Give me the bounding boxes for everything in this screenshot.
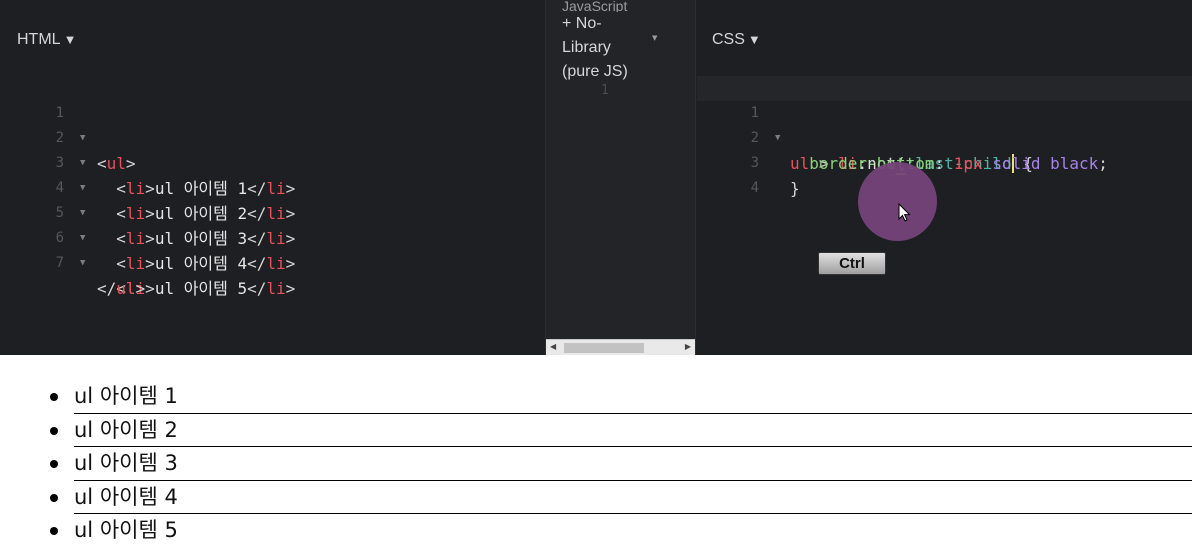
dropdown-caret-icon[interactable]: ▼ <box>748 32 761 47</box>
list-item: ul 아이템 1 <box>50 380 1192 414</box>
js-pane-label[interactable]: JavaScript + No- Library (pure JS) <box>562 0 662 84</box>
dropdown-caret-icon[interactable]: ▼ <box>64 32 77 47</box>
bullet-icon <box>50 393 58 401</box>
list-item-text: ul 아이템 1 <box>74 384 178 408</box>
scroll-left-icon[interactable]: ◀ <box>550 342 556 351</box>
list-item-text: ul 아이템 3 <box>74 451 178 475</box>
js-label-line: + No- <box>562 15 602 32</box>
code-line[interactable]: 2 ▼ <li>ul 아이템 1</li> <box>0 101 545 198</box>
mouse-pointer-icon <box>898 203 911 222</box>
code-line[interactable]: 1 ▼ ul > li:not(:last-child { <box>697 76 1192 175</box>
list-item: ul 아이템 3 <box>50 447 1192 481</box>
result-list: ul 아이템 1 ul 아이템 2 ul 아이템 3 ul 아이템 4 ul 아… <box>50 380 1192 548</box>
bullet-icon <box>50 460 58 468</box>
li-text: ul 아이템 5 <box>154 279 248 298</box>
css-pane-title: CSS <box>712 31 745 48</box>
js-label-line: (pure JS) <box>562 63 628 80</box>
bullet-icon <box>50 527 58 535</box>
code-line[interactable]: 3 } <box>697 126 1192 198</box>
li-text: ul 아이템 4 <box>154 254 248 273</box>
code-line[interactable]: 5 ▼ <li>ul 아이템 4</li> <box>0 176 545 273</box>
bullet-icon <box>50 493 58 502</box>
js-editor-pane[interactable]: JavaScript + No- Library (pure JS) ▼ 1 ◀… <box>545 0 696 355</box>
css-editor-pane[interactable]: CSS▼ 1 ▼ ul > li:not(:last-child { 2 bor… <box>697 0 1192 355</box>
code-line[interactable]: 7 </ul> <box>0 226 545 298</box>
js-label-cut-line: JavaScript <box>562 0 628 12</box>
line-number: 4 <box>750 180 759 196</box>
line-number: 1 <box>601 83 609 98</box>
list-item-text: ul 아이템 4 <box>74 484 178 509</box>
code-line[interactable]: 2 border-bottom: 1px solid black; <box>697 101 1192 173</box>
list-item-text: ul 아이템 5 <box>74 518 178 542</box>
html-pane-title: HTML <box>17 31 61 48</box>
result-preview-pane: ul 아이템 1 ul 아이템 2 ul 아이템 3 ul 아이템 4 ul 아… <box>0 355 1192 560</box>
click-highlight-circle <box>858 162 937 241</box>
list-item: ul 아이템 2 <box>50 414 1192 447</box>
js-label-line: Library <box>562 39 611 56</box>
code-line[interactable]: 1 ▼ <ul> <box>0 76 545 173</box>
ctrl-key-overlay: Ctrl <box>818 252 886 275</box>
css-pane-label[interactable]: CSS ▼ <box>712 31 761 49</box>
list-item-text: ul 아이템 2 <box>74 417 178 442</box>
code-line[interactable]: 4 ▼ <li>ul 아이템 3</li> <box>0 151 545 248</box>
list-item: ul 아이템 5 <box>50 514 1192 548</box>
code-line[interactable]: 6 ▼ <li>ul 아이템 5</li> <box>0 201 545 298</box>
list-item: ul 아이템 4 <box>50 481 1192 514</box>
code-line[interactable]: 3 ▼ <li>ul 아이템 2</li> <box>0 126 545 223</box>
html-code-editor[interactable]: 1 ▼ <ul> 2 ▼ <li>ul 아이템 1</li> 3 ▼ <li>u… <box>0 76 545 298</box>
html-editor-pane[interactable]: HTML ▼ 1 ▼ <ul> 2 ▼ <li>ul 아이템 1</li> 3 ▼… <box>0 0 545 355</box>
css-code-editor[interactable]: 1 ▼ ul > li:not(:last-child { 2 border-b… <box>697 76 1192 198</box>
line-number: 7 <box>55 255 64 271</box>
html-pane-label[interactable]: HTML ▼ <box>17 31 76 49</box>
scroll-right-icon[interactable]: ▶ <box>685 342 691 351</box>
horizontal-scrollbar[interactable]: ◀ ▶ <box>546 339 695 355</box>
code-line[interactable]: 4 <box>697 151 1192 196</box>
scrollbar-thumb[interactable] <box>564 343 644 353</box>
dropdown-caret-icon[interactable]: ▼ <box>652 34 657 42</box>
fold-arrow-icon[interactable]: ▼ <box>80 251 85 276</box>
bullet-icon <box>50 426 58 435</box>
